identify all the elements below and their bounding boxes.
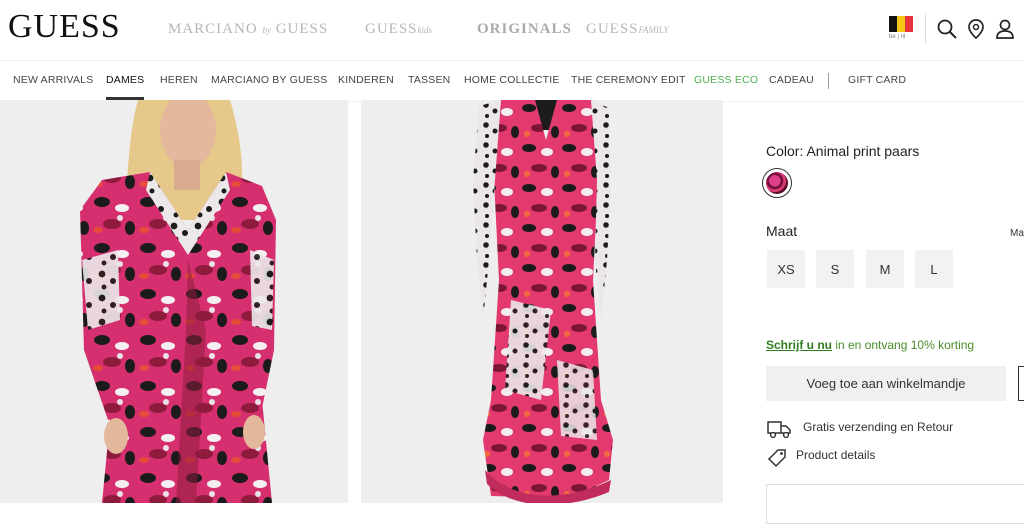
site-header: GUESS MARCIANO by GUESS GUESSkids ORIGIN…	[0, 0, 1024, 60]
newsletter-promo-text: in en ontvang 10% korting	[832, 338, 975, 352]
brand-marciano-link[interactable]: MARCIANO by GUESS	[168, 21, 328, 38]
size-button-l[interactable]: L	[915, 250, 953, 288]
nav-item-new-arrivals[interactable]: NEW ARRIVALS	[13, 74, 93, 86]
truck-icon	[767, 421, 791, 439]
newsletter-promo: Schrijf u nu in en ontvang 10% korting	[766, 338, 974, 352]
nav-item-dames[interactable]: DAMES	[106, 74, 145, 100]
product-info-box	[766, 484, 1024, 524]
brand-kids-main: GUESS	[365, 21, 418, 37]
add-to-cart-button[interactable]: Voeg toe aan winkelmandje	[766, 366, 1006, 401]
product-image-front[interactable]	[0, 100, 348, 503]
locale-label: be | nl	[889, 34, 906, 40]
nav-item-home-collectie[interactable]: HOME COLLECTIE	[464, 74, 560, 86]
account-icon[interactable]	[994, 18, 1016, 40]
nav-separator	[828, 73, 829, 89]
brand-guess-family-link[interactable]: GUESSFAMILY	[586, 21, 669, 38]
nav-item-kinderen[interactable]: KINDEREN	[338, 74, 394, 86]
brand-kids-small: kids	[417, 25, 433, 35]
main-nav: NEW ARRIVALS DAMES HEREN MARCIANO BY GUE…	[0, 60, 1024, 102]
newsletter-signup-link[interactable]: Schrijf u nu	[766, 338, 832, 352]
product-image-full[interactable]	[361, 100, 723, 503]
size-button-s[interactable]: S	[816, 250, 854, 288]
shipping-info: Gratis verzending en Retour	[803, 420, 954, 434]
product-photo-model	[0, 100, 348, 503]
brand-marciano-main: MARCIANO	[168, 21, 258, 37]
guess-logo[interactable]: GUESS	[8, 8, 121, 46]
nav-item-gift-card[interactable]: GIFT CARD	[848, 74, 906, 86]
size-label: Maat	[766, 223, 798, 239]
heart-icon[interactable]	[1018, 366, 1024, 401]
brand-family-small: FAMILY	[638, 25, 669, 35]
size-guide-link[interactable]: Ma	[1010, 228, 1024, 239]
color-swatch-preview	[766, 172, 788, 194]
brand-guess-kids-link[interactable]: GUESSkids	[365, 21, 432, 38]
color-label: Color: Animal print paars	[766, 143, 920, 159]
brand-originals-link[interactable]: ORIGINALS	[477, 21, 572, 38]
color-swatch-animal-print[interactable]	[762, 168, 792, 198]
search-icon[interactable]	[936, 18, 958, 40]
brand-marciano-tail: GUESS	[275, 21, 329, 37]
nav-item-tassen[interactable]: TASSEN	[408, 74, 450, 86]
nav-item-marciano[interactable]: MARCIANO BY GUESS	[211, 74, 327, 86]
brand-family-main: GUESS	[586, 21, 639, 37]
location-icon[interactable]	[965, 18, 987, 40]
size-button-xs[interactable]: XS	[767, 250, 805, 288]
brand-marciano-by: by	[262, 25, 271, 35]
brand-originals-main: ORIGINALS	[477, 21, 572, 37]
tag-icon	[767, 449, 786, 468]
nav-item-ceremony-edit[interactable]: THE CEREMONY EDIT	[571, 74, 686, 86]
product-photo-dress	[361, 100, 723, 503]
nav-item-guess-eco[interactable]: GUESS ECO	[694, 74, 758, 86]
size-button-m[interactable]: M	[866, 250, 904, 288]
product-details-link[interactable]: Product details	[796, 448, 875, 462]
header-divider	[925, 14, 926, 44]
belgium-flag-icon[interactable]	[889, 16, 913, 32]
nav-item-heren[interactable]: HEREN	[160, 74, 198, 86]
nav-item-cadeau[interactable]: CADEAU	[769, 74, 814, 86]
